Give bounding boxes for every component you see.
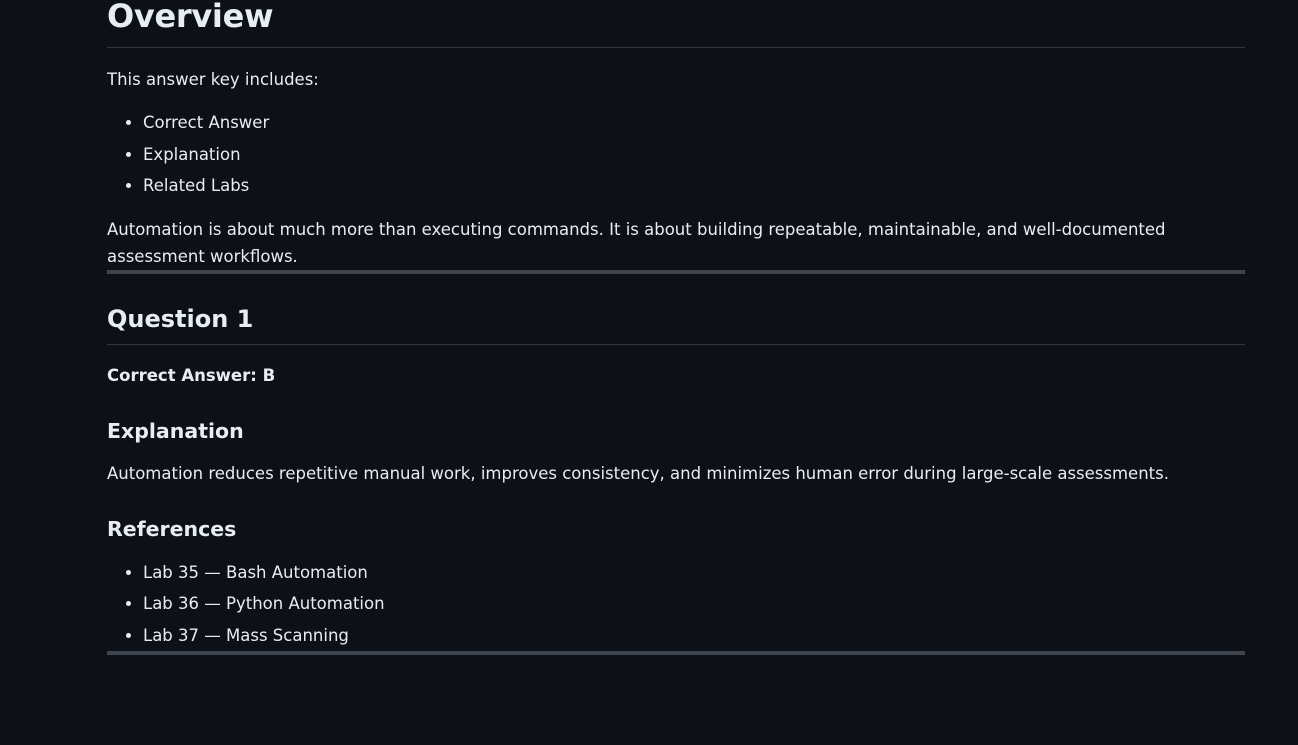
overview-intro: This answer key includes:	[107, 70, 319, 89]
explanation-heading: Explanation	[107, 418, 244, 443]
list-item: Lab 35 — Bash Automation	[143, 557, 1245, 589]
references-heading: References	[107, 516, 237, 541]
includes-list: Correct Answer Explanation Related Labs	[107, 107, 1245, 202]
explanation-text: Automation reduces repetitive manual wor…	[107, 463, 1169, 483]
question-1-heading: Question 1	[107, 304, 1245, 345]
section-divider	[107, 651, 1245, 655]
list-item: Lab 37 — Mass Scanning	[143, 620, 1245, 652]
list-item: Explanation	[143, 139, 1245, 171]
section-divider	[107, 269, 1245, 274]
list-item: Correct Answer	[143, 107, 1245, 139]
list-item: Related Labs	[143, 170, 1245, 202]
references-list: Lab 35 — Bash Automation Lab 36 — Python…	[107, 557, 1245, 652]
list-item: Lab 36 — Python Automation	[143, 588, 1245, 620]
markdown-body: Overview This answer key includes: Corre…	[107, 0, 1245, 655]
overview-heading: Overview	[107, 0, 1245, 48]
overview-summary: Automation is about much more than execu…	[107, 219, 1166, 266]
correct-answer: Correct Answer: B	[107, 365, 276, 385]
